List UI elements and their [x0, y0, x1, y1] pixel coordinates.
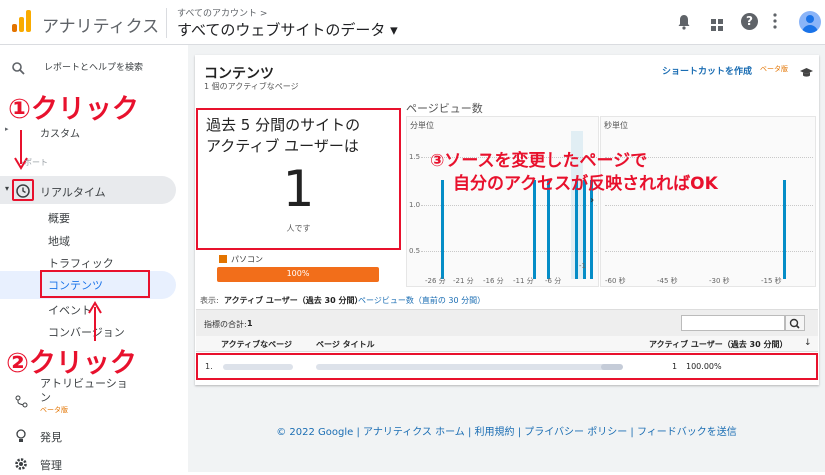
table-toolbar: 指標の合計: 1 — [196, 309, 818, 336]
arrow-up-annotation — [86, 301, 104, 341]
graduation-cap-icon[interactable] — [800, 63, 813, 77]
shortcut-beta-badge: ベータ版 — [760, 65, 788, 73]
metric-total-value: 1 — [247, 319, 253, 328]
lightbulb-icon — [15, 428, 27, 442]
note3-line1: ③ソースを変更したページで — [430, 151, 648, 171]
sidebar: レポートとヘルプを検索 ①クリック ▸ カスタム レポート ▾ リアルタイム 概… — [0, 45, 188, 472]
sidebar-item-overview[interactable]: 概要 — [48, 210, 70, 226]
apps-grid-icon[interactable] — [711, 16, 723, 31]
minute-bar — [441, 180, 444, 279]
table-search-button[interactable] — [785, 315, 805, 331]
attribution-icon — [15, 393, 28, 408]
bell-icon[interactable] — [677, 14, 691, 30]
more-vert-icon[interactable] — [773, 12, 777, 30]
property-selector[interactable]: すべてのウェブサイトのデータ ▾ — [177, 19, 398, 40]
help-icon[interactable]: ? — [741, 13, 758, 30]
minute-xtick: -21 分 — [453, 277, 474, 285]
shortcut-link[interactable]: ショートカットを作成 — [662, 64, 752, 77]
avatar[interactable] — [799, 11, 821, 33]
note3-line2: 自分のアクセスが反映されればOK — [453, 174, 718, 194]
pageview-title: ページビュー数 — [406, 102, 483, 115]
sort-arrow-icon[interactable]: ↓ — [804, 338, 812, 348]
table-header: アクティブなページ ページ タイトル アクティブ ユーザー（過去 30 分間） … — [196, 336, 818, 352]
minute-ytick: 1.5 — [409, 153, 421, 161]
page-title: コンテンツ — [204, 66, 274, 82]
gear-icon — [14, 456, 28, 470]
chevron-right-icon[interactable]: › — [590, 195, 594, 206]
sidebar-item-discover[interactable]: 発見 — [40, 429, 62, 445]
column-active-users[interactable]: アクティブ ユーザー（過去 30 分間） — [649, 339, 787, 350]
table-search-input[interactable] — [681, 315, 785, 331]
search-icon[interactable] — [12, 60, 25, 75]
minute-xtick: -26 分 — [425, 277, 446, 285]
minute-xtick: -16 分 — [483, 277, 504, 285]
sidebar-item-attribution[interactable]: アトリビューション — [40, 377, 130, 405]
sidebar-item-traffic[interactable]: トラフィック — [48, 255, 114, 271]
view-prefix: 表示: — [200, 296, 219, 305]
expand-caret-icon: ▾ — [5, 184, 10, 193]
top-bar: アナリティクス すべてのアカウント > すべてのウェブサイトのデータ ▾ ? — [0, 0, 825, 45]
active-users-box: 過去 5 分間のサイトの アクティブ ユーザーは 1 人です — [196, 108, 401, 250]
row-active-users: 1 — [672, 362, 678, 371]
analytics-logo[interactable] — [12, 10, 32, 32]
second-xtick: -15 秒 — [761, 277, 782, 285]
sidebar-item-location[interactable]: 地域 — [48, 233, 70, 249]
minute-ytick: 1.0 — [409, 201, 421, 209]
view-tab-pageviews[interactable]: ページビュー数（直前の 30 分間） — [358, 295, 485, 306]
realtime-label: リアルタイム — [40, 186, 106, 199]
device-progress-bar: 100% — [217, 267, 379, 282]
second-chart-label: 秒単位 — [604, 121, 628, 130]
app-name: アナリティクス — [42, 17, 160, 37]
click1-annotation: ①クリック — [8, 94, 139, 125]
redacted-extra — [601, 364, 623, 370]
minute-xtick: -11 分 — [513, 277, 534, 285]
active-user-unit: 人です — [286, 224, 311, 233]
second-chart: 秒単位 -60 秒 -45 秒 -30 秒 -15 秒 — [600, 116, 816, 287]
redacted-page-path[interactable] — [223, 364, 293, 370]
second-xtick: -60 秒 — [605, 277, 626, 285]
view-tab-active-users[interactable]: アクティブ ユーザー（過去 30 分間） — [224, 295, 362, 306]
search-reports-link[interactable]: レポートとヘルプを検索 — [44, 60, 143, 73]
minute-xtick: -1 — [579, 262, 586, 270]
page-subtitle: 1 個のアクティブなページ — [204, 82, 299, 91]
minute-chart-label: 分単位 — [410, 121, 434, 130]
sidebar-item-realtime[interactable]: ▾ リアルタイム — [0, 176, 176, 204]
minute-ytick: 0.5 — [409, 247, 421, 255]
active-box-line2: アクティブ ユーザーは — [206, 137, 359, 155]
second-bar — [783, 180, 786, 279]
footer-links[interactable]: © 2022 Google | アナリティクス ホーム | 利用規約 | プライ… — [188, 423, 825, 438]
click2-annotation: ②クリック — [6, 348, 137, 379]
sidebar-item-admin[interactable]: 管理 — [40, 457, 62, 473]
column-active-page[interactable]: アクティブなページ — [221, 339, 292, 350]
report-section-label: レポート — [22, 158, 48, 167]
account-breadcrumb[interactable]: すべてのアカウント > — [177, 6, 267, 19]
minute-chart: 分単位 1.5 1.0 0.5 -26 分 -21 分 -16 分 -11 分 … — [406, 116, 599, 287]
minute-bar — [533, 180, 536, 279]
device-percent: 100% — [286, 269, 310, 278]
minute-xtick: -6 分 — [545, 277, 562, 285]
device-label: パソコン — [231, 255, 263, 264]
column-page-title[interactable]: ページ タイトル — [316, 339, 375, 350]
second-xtick: -45 秒 — [657, 277, 678, 285]
active-box-line1: 過去 5 分間のサイトの — [206, 116, 361, 134]
row-percent: 100.00% — [686, 362, 722, 371]
table-row[interactable]: 1. 1 100.00% — [196, 353, 818, 380]
sidebar-item-content[interactable]: コンテンツ — [48, 277, 103, 293]
metric-total-label: 指標の合計: — [204, 320, 247, 329]
second-xtick: -30 秒 — [709, 277, 730, 285]
custom-expand-icon[interactable]: ▸ — [5, 125, 9, 133]
redacted-page-title — [316, 364, 616, 370]
beta-badge: ベータ版 — [40, 406, 68, 414]
sidebar-item-custom[interactable]: カスタム — [40, 125, 80, 140]
row-index: 1. — [205, 362, 213, 371]
content-card: コンテンツ 1 個のアクティブなページ ショートカットを作成 ベータ版 過去 5… — [195, 55, 819, 385]
clock-icon — [16, 183, 30, 198]
active-user-count: 1 — [282, 160, 315, 218]
device-color-swatch — [219, 255, 227, 263]
minute-bar — [547, 180, 550, 279]
